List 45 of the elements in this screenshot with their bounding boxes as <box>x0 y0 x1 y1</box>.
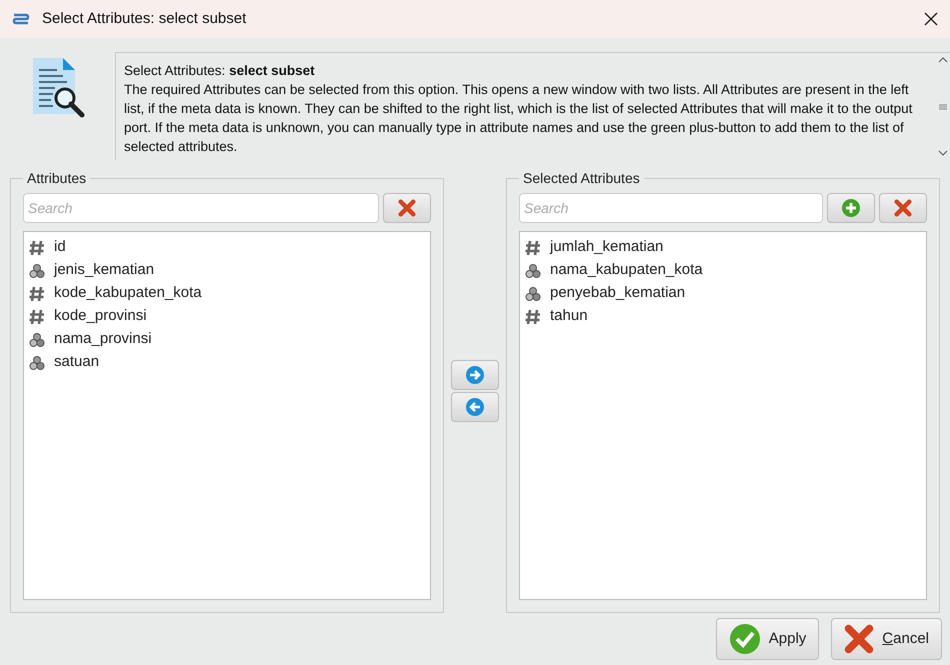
plus-icon <box>841 198 861 218</box>
apply-button[interactable]: Apply <box>716 618 820 660</box>
description-heading: Select Attributes: select subset <box>124 62 316 80</box>
window-title: Select Attributes: select subset <box>42 8 248 29</box>
attribute-item[interactable]: kode_provinsi <box>24 305 430 328</box>
attribute-item[interactable]: jumlah_kematian <box>520 236 926 259</box>
shapes-icon <box>525 262 541 278</box>
attribute-item[interactable]: nama_kabupaten_kota <box>520 259 926 282</box>
clear-button[interactable] <box>879 193 927 223</box>
attribute-item[interactable]: satuan <box>24 351 430 374</box>
search-field[interactable]: Search <box>23 193 379 223</box>
panel-title: Selected Attributes <box>522 169 641 188</box>
hash-icon <box>28 308 46 326</box>
close-icon <box>924 12 938 26</box>
close-icon <box>894 199 912 217</box>
shapes-icon <box>29 354 45 370</box>
attribute-item[interactable]: tahun <box>520 305 926 328</box>
hash-icon <box>524 308 542 326</box>
shapes-icon <box>29 332 45 348</box>
checkmark-icon <box>728 623 761 655</box>
close-button[interactable] <box>924 12 938 26</box>
hash-icon <box>28 238 46 256</box>
search-field[interactable]: Search <box>519 193 823 223</box>
attribute-item[interactable]: jenis_kematian <box>24 259 430 282</box>
clear-button[interactable] <box>383 193 431 223</box>
shapes-icon <box>29 262 45 278</box>
app-logo-icon <box>12 12 30 26</box>
panel-title: Attributes <box>26 169 88 188</box>
attribute-item[interactable]: id <box>24 236 430 259</box>
move-left-button[interactable] <box>451 392 499 422</box>
add-button[interactable] <box>827 193 875 223</box>
shapes-icon <box>525 286 541 302</box>
attribute-item[interactable]: nama_provinsi <box>24 328 430 351</box>
scroll-up-icon <box>938 57 948 63</box>
cancel-button[interactable]: Cancel <box>831 618 942 660</box>
cross-icon <box>844 624 874 654</box>
description-text: The required Attributes can be selected from this option. This opens a new window with two lists. All Attributes are present in the left list, if the meta data is known. They can be shifted to the right list, which is the list of selected Attributes that will make it to the output port. If the meta data is unknown, you can manually type in attribute names and use the green plus-button to add them to the list of selected attributes. <box>124 81 914 156</box>
close-icon <box>398 199 416 217</box>
scroll-down-icon <box>938 150 948 156</box>
hash-icon <box>524 238 542 256</box>
attribute-item[interactable]: kode_kabupaten_kota <box>24 282 430 305</box>
hash-icon <box>28 284 46 302</box>
attribute-item[interactable]: penyebab_kematian <box>520 282 926 305</box>
move-right-button[interactable] <box>451 360 499 390</box>
scroll-thumb-icon <box>938 102 948 112</box>
